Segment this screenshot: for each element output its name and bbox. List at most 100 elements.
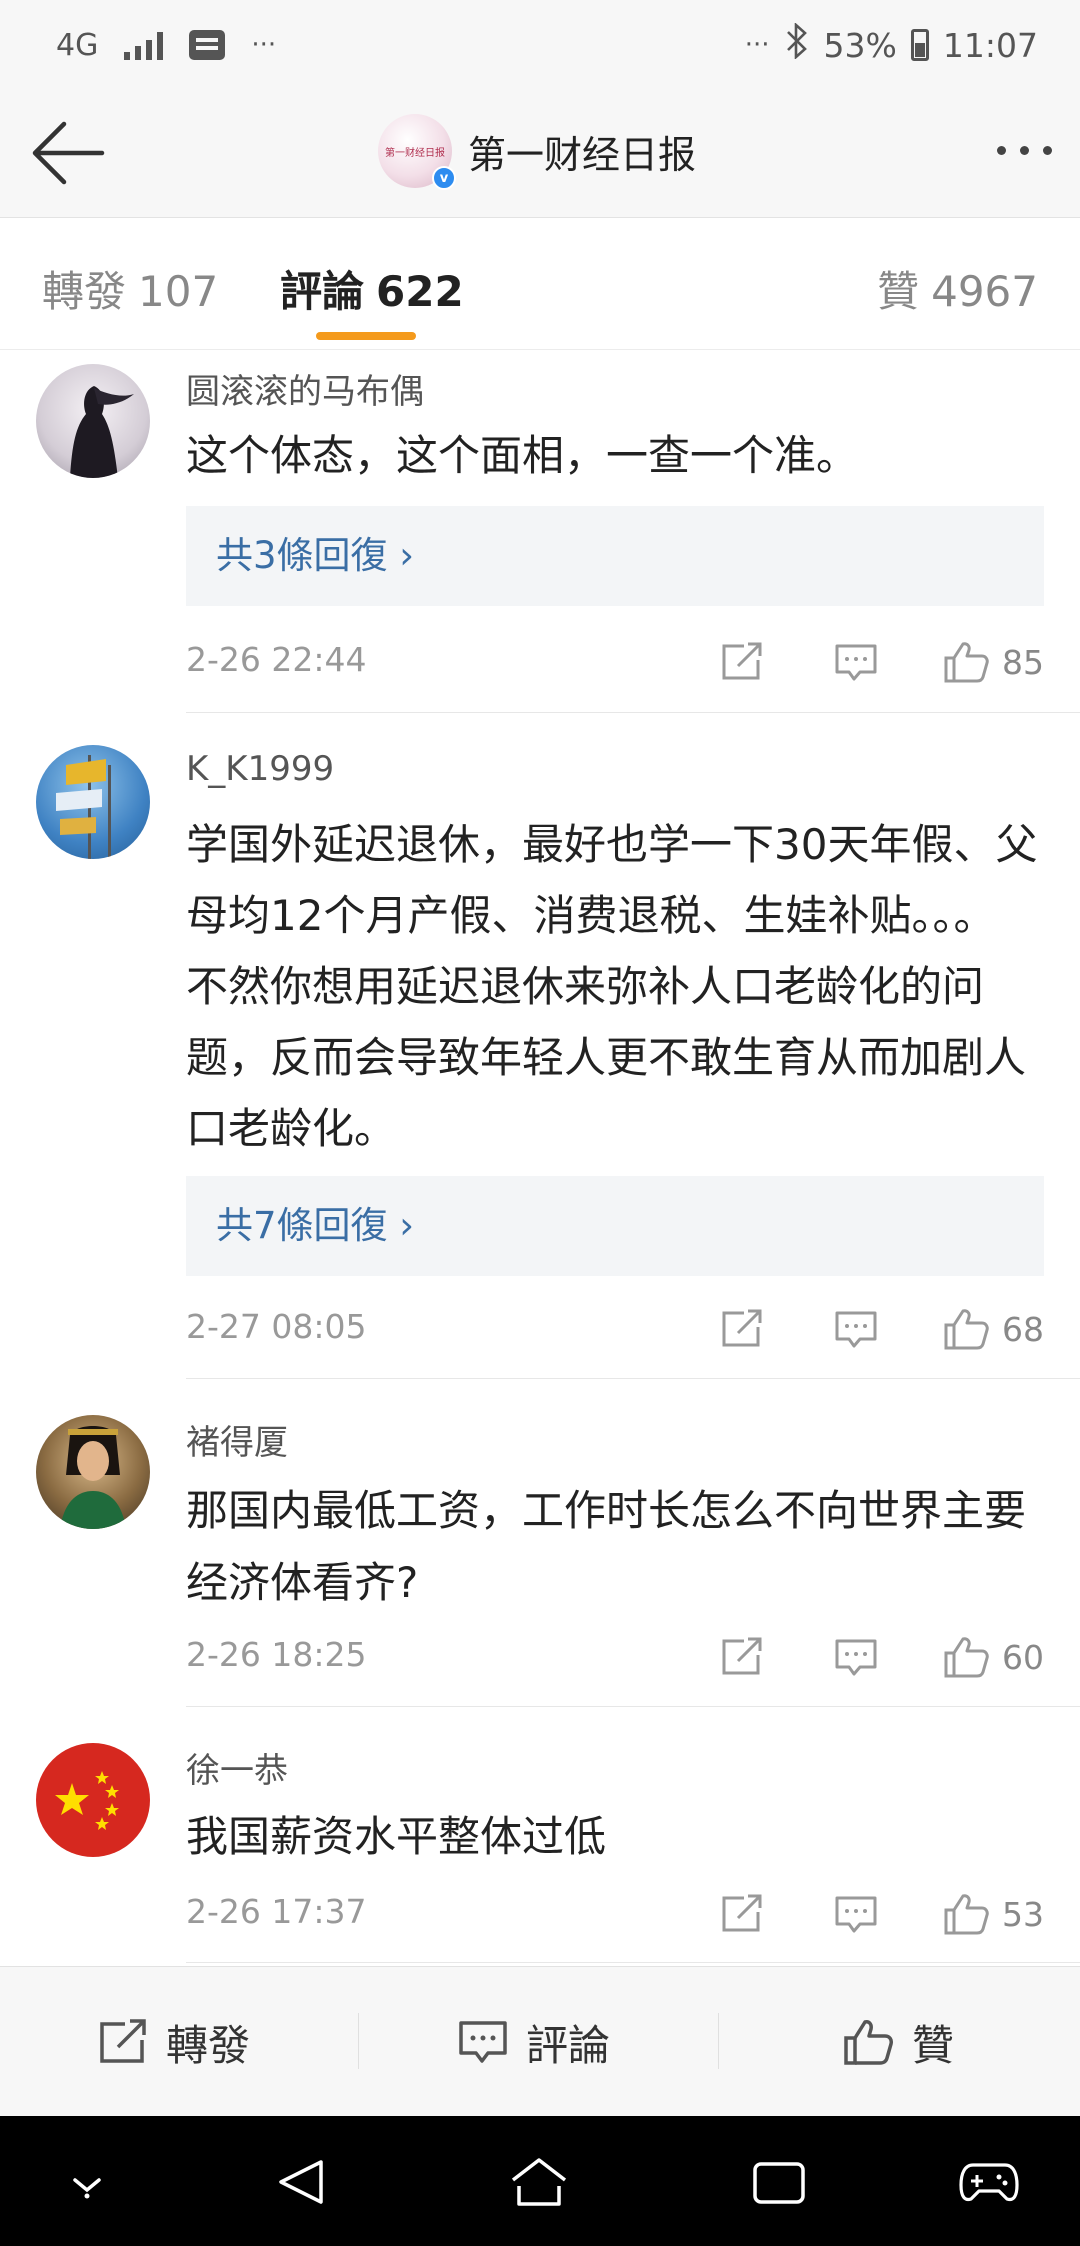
share-icon [722, 1637, 762, 1675]
comment-author[interactable]: 圆滚滚的马布偶 [186, 364, 424, 413]
share-icon [722, 1309, 762, 1347]
game-tools-button[interactable] [956, 2150, 1022, 2214]
like-label: 贊 [912, 2020, 955, 2070]
chevron-down-icon [73, 2178, 101, 2199]
tab-likes-label: 贊 [877, 267, 920, 316]
thumbs-up-icon [944, 1637, 989, 1678]
share-icon [722, 642, 762, 680]
account-avatar[interactable]: 第一财经日报 v [378, 114, 456, 190]
bluetooth-icon [784, 22, 810, 67]
comment-label: 評論 [526, 2020, 611, 2070]
reply-comment-button[interactable] [834, 1309, 878, 1349]
avatar[interactable] [36, 364, 150, 478]
back-triangle-icon [279, 2160, 323, 2204]
thumbs-up-icon [944, 1309, 989, 1350]
repost-comment-button[interactable] [720, 642, 764, 682]
top-app-bar: 第一财经日报 v 第一财经日报 [0, 90, 1080, 218]
repost-button[interactable]: 轉發 [98, 1967, 250, 2117]
avatar[interactable] [36, 1415, 150, 1529]
comment-time: 2-26 22:44 [186, 640, 367, 679]
comment-icon [835, 644, 877, 681]
like-button[interactable]: 贊 [842, 1967, 954, 2117]
comment-author[interactable]: 徐一恭 [186, 1743, 288, 1792]
signal-icon [124, 30, 164, 60]
share-icon [722, 1894, 762, 1932]
comment-button[interactable]: 評論 [458, 1967, 610, 2117]
tab-repost[interactable]: 轉發 107 [42, 258, 218, 319]
nav-back-button[interactable] [268, 2150, 334, 2214]
battery-icon [910, 29, 929, 61]
more-status-icon: ··· [744, 30, 770, 60]
back-arrow-icon [32, 121, 105, 185]
nav-recents-button[interactable] [746, 2150, 812, 2214]
tab-comments-label: 評論 [280, 267, 365, 316]
avatar[interactable] [36, 745, 150, 859]
comment-text: 我国薪资水平整体过低 [186, 1812, 607, 1861]
comment-meta: 2-27 08:05 68 [186, 1299, 1044, 1359]
view-replies-link[interactable]: 共7條回復 › [186, 1176, 1044, 1276]
back-button[interactable] [28, 118, 108, 188]
like-comment-button[interactable]: 60 [942, 1635, 1044, 1679]
repost-label: 轉發 [166, 2020, 251, 2070]
view-replies-link[interactable]: 共3條回復 › [186, 506, 1044, 606]
avatar[interactable] [36, 1743, 150, 1857]
like-count: 85 [1002, 642, 1044, 682]
bottom-action-bar: 轉發 評論 贊 [0, 1966, 1080, 2116]
repost-comment-button[interactable] [720, 1309, 764, 1349]
reply-comment-button[interactable] [834, 1894, 878, 1934]
home-icon [511, 2158, 567, 2206]
comment-meta: 2-26 18:25 60 [186, 1627, 1044, 1687]
like-comment-button[interactable]: 68 [942, 1307, 1044, 1351]
comment-time: 2-26 17:37 [186, 1892, 367, 1931]
tab-likes-count: 4967 [931, 267, 1038, 316]
tab-comments[interactable]: 評論 622 [280, 258, 464, 319]
tab-repost-label: 轉發 [42, 267, 127, 316]
tab-repost-count: 107 [138, 267, 219, 316]
account-header[interactable]: 第一财经日报 v 第一财经日报 [378, 114, 697, 190]
comment-divider [186, 1378, 1080, 1379]
reply-comment-button[interactable] [834, 642, 878, 682]
comment-text: 那国内最低工资，工作时长怎么不向世界主要经济体看齐? [186, 1486, 1027, 1607]
reply-comment-button[interactable] [834, 1637, 878, 1677]
comment-divider [186, 1962, 1080, 1963]
more-notifications-icon: ··· [251, 30, 277, 60]
comment-author[interactable]: 褚得厦 [186, 1415, 288, 1464]
comment-divider [186, 1706, 1080, 1707]
gamepad-icon [959, 2163, 1019, 2202]
like-count: 68 [1002, 1309, 1044, 1349]
comment-text: 学国外延迟退休，最好也学一下30天年假、父母均12个月产假、消费退税、生娃补贴。… [186, 820, 1038, 1153]
repost-comment-button[interactable] [720, 1894, 764, 1934]
message-notification-icon [189, 30, 226, 60]
comment-icon [459, 2021, 507, 2063]
like-comment-button[interactable]: 85 [942, 640, 1044, 684]
network-type: 4G [56, 27, 99, 63]
tab-comments-count: 622 [376, 267, 464, 316]
share-icon [100, 2019, 146, 2063]
nav-home-button[interactable] [506, 2150, 572, 2214]
active-tab-indicator [316, 332, 416, 340]
tab-likes[interactable]: 贊 4967 [877, 258, 1038, 319]
status-bar: 4G ··· ··· 53% 11:07 [0, 0, 1080, 90]
comment-time: 2-27 08:05 [186, 1307, 367, 1346]
system-navigation-bar [0, 2116, 1080, 2246]
like-comment-button[interactable]: 53 [942, 1892, 1044, 1936]
comment-icon [835, 1896, 877, 1933]
comment-icon [835, 1639, 877, 1676]
comment-author[interactable]: K_K1999 [186, 749, 334, 789]
avatar-image [70, 386, 134, 478]
separator [358, 2013, 359, 2069]
avatar-logo-text: 第一财经日报 [385, 147, 445, 159]
thumbs-up-icon [944, 642, 989, 683]
comment-text: 这个体态，这个面相，一查一个准。 [186, 431, 859, 480]
comment-meta: 2-26 22:44 85 [186, 632, 1044, 692]
thumbs-up-icon [944, 1894, 989, 1935]
battery-percent: 53% [823, 25, 897, 65]
thumbs-up-icon [844, 2020, 893, 2065]
account-name: 第一财经日报 [468, 132, 697, 177]
more-options-icon[interactable] [997, 146, 1052, 155]
hide-keyboard-button[interactable] [54, 2150, 120, 2214]
repost-comment-button[interactable] [720, 1637, 764, 1677]
verified-badge-icon: v [432, 166, 456, 190]
comment-icon [835, 1311, 877, 1348]
recent-apps-icon [753, 2162, 805, 2204]
